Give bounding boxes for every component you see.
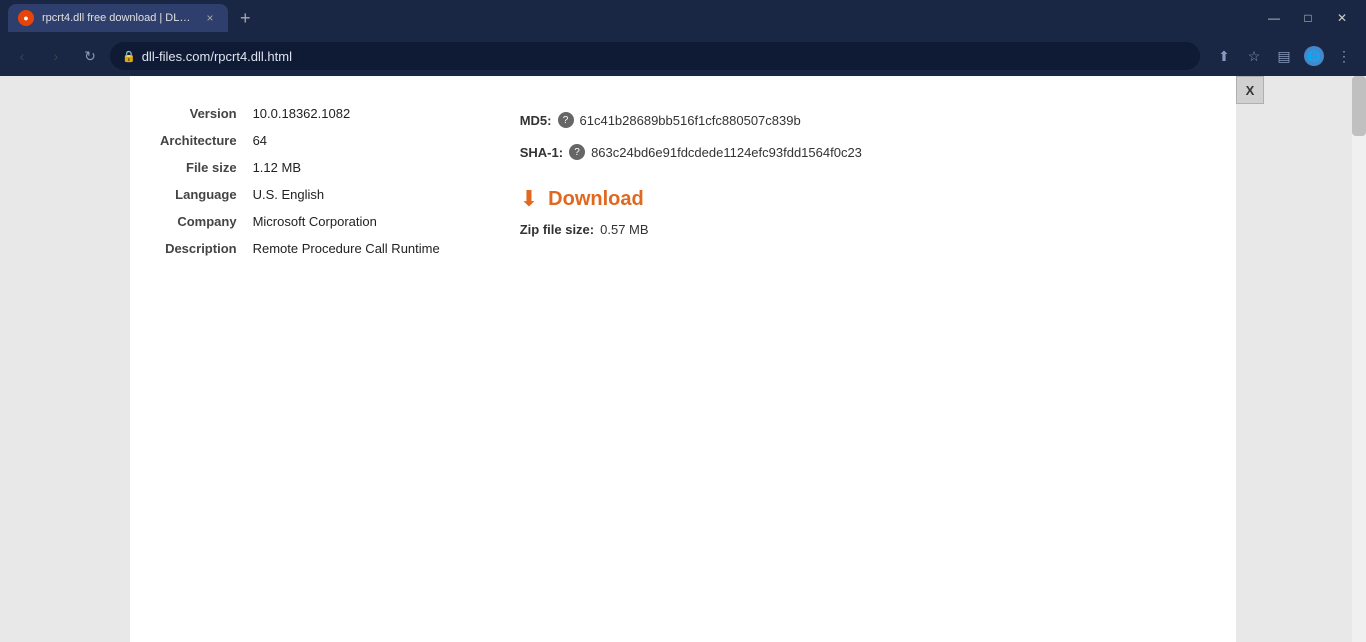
architecture-label: Architecture — [160, 133, 237, 148]
language-value: U.S. English — [253, 187, 440, 202]
sha1-row: SHA-1: ? 863c24bd6e91fdcdede1124efc93fdd… — [520, 144, 862, 160]
close-window-button[interactable]: ✕ — [1326, 4, 1358, 32]
browser-addressbar: ‹ › ↻ 🔒 dll-files.com/rpcrt4.dll.html ⬆ … — [0, 36, 1366, 76]
close-x-button[interactable]: X — [1236, 76, 1264, 104]
file-meta-table: Version 10.0.18362.1082 Architecture 64 … — [160, 106, 440, 256]
lock-icon: 🔒 — [122, 50, 136, 63]
zip-size-value: 0.57 MB — [600, 222, 648, 237]
version-label: Version — [160, 106, 237, 121]
forward-button[interactable]: › — [42, 42, 70, 70]
tab-title: rpcrt4.dll free download | DLL-fi... — [42, 12, 194, 24]
description-label: Description — [160, 241, 237, 256]
md5-row: MD5: ? 61c41b28689bb516f1cfc880507c839b — [520, 112, 862, 128]
sha1-info-icon[interactable]: ? — [569, 144, 585, 160]
architecture-value: 64 — [253, 133, 440, 148]
language-label: Language — [160, 187, 237, 202]
version-value: 10.0.18362.1082 — [253, 106, 440, 121]
page-content: Version 10.0.18362.1082 Architecture 64 … — [130, 76, 1236, 642]
maximize-button[interactable]: □ — [1292, 4, 1324, 32]
download-button[interactable]: ⬇ Download — [520, 186, 862, 212]
tab-favicon-icon: ● — [18, 10, 34, 26]
right-padding: X — [1236, 76, 1366, 642]
minimize-button[interactable]: — — [1258, 4, 1290, 32]
zip-size-row: Zip file size: 0.57 MB — [520, 222, 862, 237]
address-bar[interactable]: 🔒 dll-files.com/rpcrt4.dll.html — [110, 42, 1200, 70]
hash-download-panel: MD5: ? 61c41b28689bb516f1cfc880507c839b … — [520, 106, 862, 256]
zip-size-label: Zip file size: — [520, 222, 594, 237]
window-controls: — □ ✕ — [1258, 4, 1358, 32]
file-info-section: Version 10.0.18362.1082 Architecture 64 … — [160, 96, 1206, 256]
file-size-label: File size — [160, 160, 237, 175]
description-value: Remote Procedure Call Runtime — [253, 241, 440, 256]
file-size-value: 1.12 MB — [253, 160, 440, 175]
new-tab-button[interactable]: + — [232, 9, 259, 27]
tab-close-button[interactable]: × — [202, 10, 218, 26]
toolbar-icons: ⬆ ☆ ▤ 🌐 ⋮ — [1210, 42, 1358, 70]
md5-label: MD5: — [520, 113, 552, 128]
company-label: Company — [160, 214, 237, 229]
md5-value: 61c41b28689bb516f1cfc880507c839b — [580, 113, 801, 128]
scrollbar-thumb[interactable] — [1352, 76, 1366, 136]
globe-profile-icon[interactable]: 🌐 — [1300, 42, 1328, 70]
scrollbar-track — [1352, 76, 1366, 642]
back-button[interactable]: ‹ — [8, 42, 36, 70]
sha1-label: SHA-1: — [520, 145, 563, 160]
profile-globe: 🌐 — [1304, 46, 1324, 66]
menu-button[interactable]: ⋮ — [1330, 42, 1358, 70]
sidebar-icon[interactable]: ▤ — [1270, 42, 1298, 70]
download-label: Download — [548, 188, 644, 211]
left-padding — [0, 76, 130, 642]
sha1-value: 863c24bd6e91fdcdede1124efc93fdd1564f0c23 — [591, 145, 862, 160]
company-value: Microsoft Corporation — [253, 214, 440, 229]
download-arrow-icon: ⬇ — [520, 186, 538, 212]
md5-info-icon[interactable]: ? — [558, 112, 574, 128]
page-wrapper: Version 10.0.18362.1082 Architecture 64 … — [0, 76, 1366, 642]
refresh-button[interactable]: ↻ — [76, 42, 104, 70]
url-text: dll-files.com/rpcrt4.dll.html — [142, 49, 292, 64]
bookmark-icon[interactable]: ☆ — [1240, 42, 1268, 70]
browser-tab[interactable]: ● rpcrt4.dll free download | DLL-fi... × — [8, 4, 228, 32]
share-icon[interactable]: ⬆ — [1210, 42, 1238, 70]
download-section: ⬇ Download Zip file size: 0.57 MB — [520, 186, 862, 237]
browser-titlebar: ● rpcrt4.dll free download | DLL-fi... ×… — [0, 0, 1366, 36]
